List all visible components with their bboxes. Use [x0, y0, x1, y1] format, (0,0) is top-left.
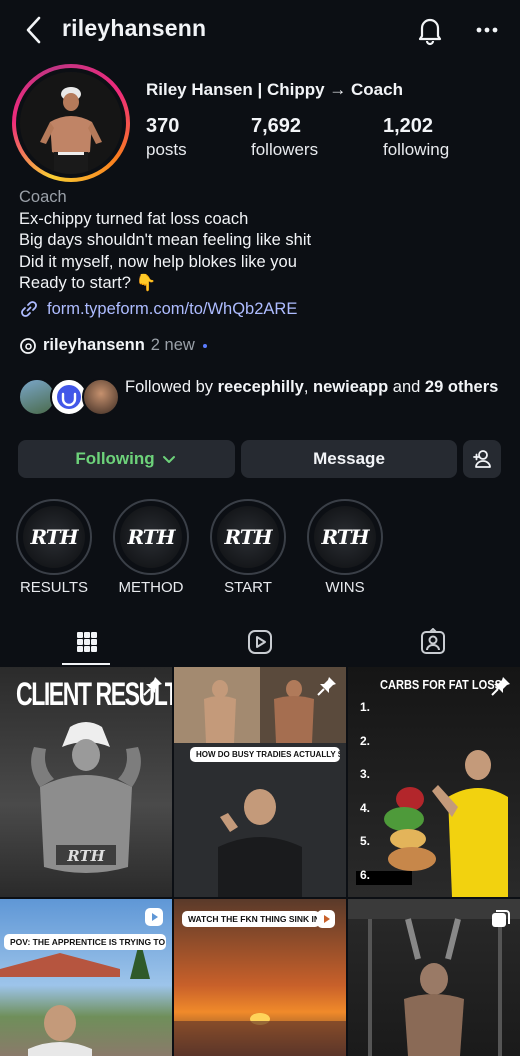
post-caption: WATCH THE FKN THING SINK IN THE OC: [182, 911, 320, 927]
top-bar: rileyhansenn: [0, 0, 520, 60]
reel-icon: [317, 910, 335, 928]
chevron-down-icon: [162, 456, 175, 463]
post-number-list: 1. 2. 3. 4. 5. 6. 7.: [360, 691, 370, 897]
profile-category: Coach: [19, 188, 67, 206]
highlight-logo: RTH: [127, 525, 175, 549]
post-number: 5.: [360, 834, 371, 848]
tab-posts[interactable]: [0, 618, 173, 666]
profile-full-name: Riley Hansen | Chippy → Coach: [146, 80, 403, 99]
followers-stat[interactable]: 7,692 followers: [251, 115, 318, 160]
following-button-label: Following: [75, 449, 155, 468]
bio-line: Ready to start? 👇: [19, 274, 157, 292]
avatar: [82, 378, 120, 416]
bio-line: Big days shouldn't mean feeling like shi…: [19, 231, 312, 249]
post-sunset[interactable]: WATCH THE FKN THING SINK IN THE OC: [174, 899, 346, 1056]
highlight-start[interactable]: RTH START: [209, 499, 287, 596]
link-icon: [21, 301, 37, 317]
chevron-left-icon[interactable]: [20, 14, 48, 46]
highlight-logo: RTH: [224, 525, 272, 549]
post-number: 1.: [360, 700, 371, 714]
post-number: 2.: [360, 733, 371, 748]
followers-label: followers: [251, 140, 319, 159]
pin-icon: [143, 677, 162, 696]
post-carbs-for-fat-loss[interactable]: CARBS FOR FAT LOSS 1. 2. 3. 4. 5. 6. 7.: [348, 667, 520, 897]
bell-icon[interactable]: [414, 14, 446, 46]
post-image: [174, 667, 346, 897]
post-title: CLIENT RESULTS: [16, 676, 172, 712]
message-button[interactable]: Message: [241, 440, 457, 478]
post-watermark: RTH: [66, 847, 105, 865]
bio-link[interactable]: form.typeform.com/to/WhQb2ARE: [19, 299, 297, 319]
reels-icon: [247, 630, 272, 654]
highlight-wins[interactable]: RTH WINS: [306, 499, 384, 596]
following-label: following: [383, 140, 450, 159]
highlight-method[interactable]: RTH METHOD: [112, 499, 190, 596]
add-user-icon: [473, 450, 491, 468]
threads-new-count: 2 new: [150, 336, 195, 354]
posts-label: posts: [146, 140, 187, 159]
posts-grid: RTH CLIENT RESULTS HOW DO BUSY TRADIES A…: [0, 667, 520, 1056]
more-horizontal-icon[interactable]: [472, 16, 502, 44]
post-number: 6.: [360, 867, 371, 882]
tab-tagged[interactable]: [346, 618, 519, 666]
post-image: [356, 750, 508, 897]
profile-tabs: [0, 618, 520, 666]
highlight-label: START: [224, 579, 272, 596]
suggested-users-button[interactable]: [463, 440, 501, 478]
tab-reels[interactable]: [173, 618, 346, 666]
followed-by-text[interactable]: Followed by reecephilly, newieapp and 29…: [125, 376, 505, 398]
post-busy-tradies[interactable]: HOW DO BUSY TRADIES ACTUALLY SEE CHANGE?: [174, 667, 346, 897]
pin-icon: [491, 677, 510, 696]
mutual-followers-avatars[interactable]: [18, 378, 120, 418]
posts-count: 370: [146, 115, 180, 137]
active-tab-indicator: [62, 663, 110, 665]
story-ring[interactable]: [12, 64, 130, 182]
followed-by-others: others: [443, 378, 499, 396]
post-gym-pullup[interactable]: [348, 899, 520, 1056]
following-count: 1,202: [383, 115, 434, 137]
threads-icon: [20, 337, 36, 354]
post-number: 3.: [360, 767, 371, 781]
pin-icon: [317, 677, 336, 696]
highlight-logo: RTH: [321, 525, 369, 549]
bio-line: Did it myself, now help blokes like you: [19, 252, 297, 271]
post-number: 7.: [360, 892, 370, 897]
following-stat[interactable]: 1,202 following: [383, 115, 449, 160]
post-caption: HOW DO BUSY TRADIES ACTUALLY SEE CHANGE?: [190, 747, 340, 762]
avatar-photo: [20, 72, 122, 174]
threads-badge[interactable]: rileyhansenn 2 new: [19, 336, 207, 355]
post-apprentice-pov[interactable]: POV: THE APPRENTICE IS TRYING TO LOSE FA…: [0, 899, 172, 1056]
highlight-label: WINS: [325, 579, 365, 596]
followed-by-user: newieapp: [313, 378, 389, 396]
highlight-label: RESULTS: [19, 579, 89, 596]
bio-link-text: form.typeform.com/to/WhQb2ARE: [47, 299, 298, 318]
followed-by-separator: ,: [303, 378, 314, 396]
followed-by-count: 29: [424, 378, 444, 396]
highlight-logo: RTH: [30, 525, 78, 549]
post-number: 4.: [360, 800, 371, 815]
profile-username: rileyhansenn: [62, 15, 207, 41]
reel-icon: [145, 908, 163, 926]
followed-by-and: and: [388, 378, 425, 396]
grid-icon: [76, 632, 97, 652]
post-caption: POV: THE APPRENTICE IS TRYING TO LOSE FA…: [4, 934, 166, 950]
highlight-label: METHOD: [118, 579, 184, 596]
followers-count: 7,692: [251, 115, 302, 137]
posts-stat[interactable]: 370 posts: [146, 115, 187, 160]
profile-avatar: [20, 72, 122, 174]
followed-by-user: reecephilly: [217, 378, 304, 396]
message-button-label: Message: [313, 449, 385, 468]
threads-handle: rileyhansenn: [43, 336, 145, 354]
carousel-icon: [492, 910, 510, 927]
bio-line: Ex-chippy turned fat loss coach: [19, 209, 249, 228]
post-client-results[interactable]: RTH CLIENT RESULTS: [0, 667, 172, 897]
new-dot: [202, 343, 207, 348]
profile-bio: Coach Ex-chippy turned fat loss coach Bi…: [19, 187, 509, 295]
highlight-results[interactable]: RTH RESULTS: [15, 499, 93, 596]
followed-by-prefix: Followed by: [125, 378, 218, 396]
post-title: CARBS FOR FAT LOSS: [380, 677, 502, 692]
following-button[interactable]: Following: [18, 440, 235, 478]
tagged-icon: [420, 628, 445, 654]
